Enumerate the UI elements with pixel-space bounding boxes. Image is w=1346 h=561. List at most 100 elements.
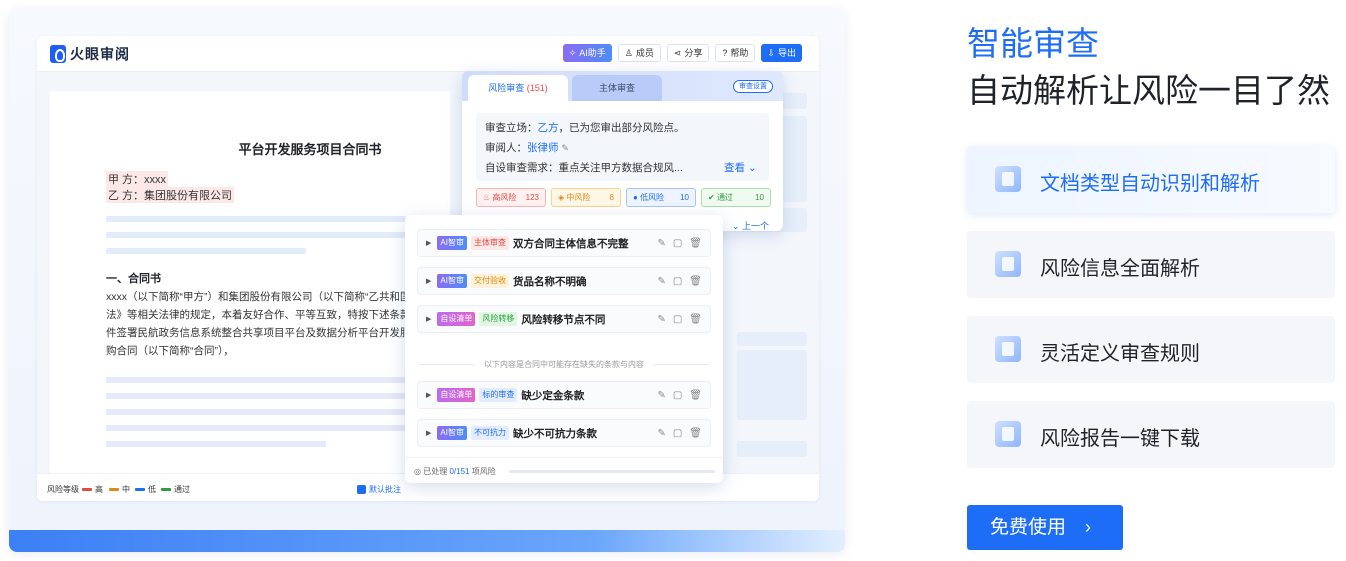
edit-icon[interactable]: ✎ bbox=[561, 143, 569, 153]
progress-icon: ◎ bbox=[414, 467, 421, 476]
copy-icon[interactable]: ▢ bbox=[673, 314, 682, 325]
placeholder-line bbox=[106, 425, 406, 431]
risk-title: 缺少定金条款 bbox=[521, 389, 585, 402]
feature-item[interactable]: 风险报告一键下载 bbox=[967, 401, 1335, 468]
feature-label: 风险信息全面解析 bbox=[1040, 258, 1200, 280]
chip-mid-count: 8 bbox=[609, 193, 614, 202]
row-actions: ✎ ▢ 🗑 bbox=[657, 276, 702, 287]
review-summary-panel: 风险审查 (151) 主体审查 审查设置 审查立场：乙方，已为您审出部分风险点。… bbox=[462, 71, 783, 231]
tab-risk-review[interactable]: 风险审查 (151) bbox=[468, 75, 568, 101]
chip-mid-risk[interactable]: ◈ 中风险 8 bbox=[551, 188, 621, 207]
feature-label: 文档类型自动识别和解析 bbox=[1040, 173, 1260, 195]
export-button[interactable]: ⇩ 导出 bbox=[761, 44, 802, 62]
delete-icon[interactable]: 🗑 bbox=[689, 390, 702, 401]
help-button[interactable]: ? 帮助 bbox=[715, 44, 756, 62]
chip-high-label: 高风险 bbox=[492, 193, 517, 202]
edit-icon[interactable]: ✎ bbox=[657, 390, 665, 401]
delete-icon[interactable]: 🗑 bbox=[689, 276, 702, 287]
help-label: 帮助 bbox=[730, 48, 749, 58]
delete-icon[interactable]: 🗑 bbox=[689, 314, 702, 325]
chevron-right-icon: › bbox=[1085, 517, 1091, 537]
section-heading: 一、合同书 bbox=[106, 273, 161, 285]
feature-item[interactable]: 灵活定义审查规则 bbox=[967, 316, 1335, 383]
list-item[interactable]: ▶ 自设清单 标的审查 缺少定金条款 ✎ ▢ 🗑 bbox=[417, 381, 711, 409]
download-icon bbox=[995, 421, 1021, 447]
review-tabs: 风险审查 (151) 主体审查 审查设置 bbox=[462, 71, 783, 101]
view-link[interactable]: 查看 ⌄ bbox=[724, 160, 757, 175]
reviewer-line: 审阅人：张律师 ✎ bbox=[485, 140, 569, 155]
app-logo: 火眼审阅 bbox=[50, 44, 130, 64]
feature-label: 风险报告一键下载 bbox=[1040, 428, 1200, 450]
caret-right-icon[interactable]: ▶ bbox=[426, 391, 431, 399]
ai-assistant-label: AI助手 bbox=[579, 48, 606, 58]
chip-high-risk[interactable]: ♨ 高风险 123 bbox=[476, 188, 546, 207]
toolbar: ✧ AI助手 ♙ 成员 ⋖ 分享 ? 帮助 ⇩ 导出 bbox=[562, 44, 802, 62]
edit-icon[interactable]: ✎ bbox=[657, 314, 665, 325]
prev-button[interactable]: ⌄ 上一个 bbox=[732, 219, 769, 231]
edit-icon[interactable]: ✎ bbox=[657, 428, 665, 439]
default-batch-toggle[interactable]: 默认批注 bbox=[357, 484, 401, 495]
party-a: 甲 方：xxxx bbox=[106, 171, 169, 187]
list-item[interactable]: ▶ AI智审 交付验收 货品名称不明确 ✎ ▢ 🗑 bbox=[417, 267, 711, 295]
row-actions: ✎ ▢ 🗑 bbox=[657, 428, 702, 439]
free-trial-button[interactable]: 免费使用 › bbox=[967, 505, 1123, 550]
ai-assistant-button[interactable]: ✧ AI助手 bbox=[562, 44, 612, 62]
review-settings-button[interactable]: 审查设置 bbox=[733, 80, 773, 93]
copy-icon[interactable]: ▢ bbox=[673, 238, 682, 249]
hero-subtitle: 自动解析让风险一目了然 bbox=[967, 72, 1330, 109]
checkbox-icon bbox=[357, 485, 366, 494]
default-batch-label: 默认批注 bbox=[369, 485, 401, 494]
row-actions: ✎ ▢ 🗑 bbox=[657, 390, 702, 401]
members-button[interactable]: ♙ 成员 bbox=[617, 44, 661, 62]
edit-icon[interactable]: ✎ bbox=[657, 276, 665, 287]
share-button[interactable]: ⋖ 分享 bbox=[666, 44, 710, 62]
tab-risk-count: (151) bbox=[526, 83, 548, 93]
stance-line: 审查立场：乙方，已为您审出部分风险点。 bbox=[485, 120, 685, 135]
chip-pass[interactable]: ✔ 通过 10 bbox=[701, 188, 771, 207]
category-tag: 不可抗力 bbox=[470, 426, 509, 440]
tab-subject-review[interactable]: 主体审查 bbox=[572, 75, 662, 101]
source-tag: 自设清单 bbox=[437, 312, 476, 326]
feature-item[interactable]: 风险信息全面解析 bbox=[967, 231, 1335, 298]
reviewer-name: 张律师 bbox=[527, 142, 559, 154]
chip-high-count: 123 bbox=[525, 193, 539, 202]
needs-text: 自设审查需求：重点关注甲方数据合规风... bbox=[485, 162, 683, 174]
list-item[interactable]: ▶ 自设清单 风险转移 风险转移节点不同 ✎ ▢ 🗑 bbox=[417, 305, 711, 333]
prev-label: 上一个 bbox=[741, 221, 769, 231]
check-icon: ✔ 通过 bbox=[708, 193, 733, 202]
chip-low-count: 10 bbox=[680, 193, 689, 202]
contract-paragraph: xxxx（以下简称“甲方”）和集团股份有限公司（以下简称“乙共和国合同法》等相关… bbox=[106, 291, 432, 357]
caret-right-icon[interactable]: ▶ bbox=[426, 277, 431, 285]
legend-low-label: 低 bbox=[148, 485, 156, 494]
copy-icon[interactable]: ▢ bbox=[673, 390, 682, 401]
user-icon: ♙ bbox=[624, 48, 633, 58]
list-item[interactable]: ▶ AI智审 不可抗力 缺少不可抗力条款 ✎ ▢ 🗑 bbox=[417, 419, 711, 447]
progress-prefix: 已处理 bbox=[423, 467, 448, 476]
list-item[interactable]: ▶ AI智审 主体审查 双方合同主体信息不完整 ✎ ▢ 🗑 bbox=[417, 229, 711, 257]
stance-party: 乙方 bbox=[537, 122, 559, 134]
caret-right-icon[interactable]: ▶ bbox=[426, 239, 431, 247]
rules-icon bbox=[995, 336, 1021, 362]
share-label: 分享 bbox=[684, 48, 703, 58]
caret-right-icon[interactable]: ▶ bbox=[426, 429, 431, 437]
members-label: 成员 bbox=[635, 48, 654, 58]
progress-track bbox=[509, 470, 715, 473]
category-tag: 风险转移 bbox=[479, 312, 518, 326]
feature-item[interactable]: 文档类型自动识别和解析 bbox=[967, 146, 1335, 213]
frame-accent-bar bbox=[9, 530, 845, 552]
stance-rest: ，已为您审出部分风险点。 bbox=[558, 122, 685, 134]
placeholder-line bbox=[106, 248, 306, 254]
drop-icon: ● 低风险 bbox=[633, 193, 665, 202]
caret-right-icon[interactable]: ▶ bbox=[426, 315, 431, 323]
review-info-box: 审查立场：乙方，已为您审出部分风险点。 审阅人：张律师 ✎ 自设审查需求：重点关… bbox=[476, 113, 769, 181]
chip-low-risk[interactable]: ● 低风险 10 bbox=[626, 188, 696, 207]
copy-icon[interactable]: ▢ bbox=[673, 276, 682, 287]
feature-label: 灵活定义审查规则 bbox=[1040, 343, 1200, 365]
row-actions: ✎ ▢ 🗑 bbox=[657, 314, 702, 325]
copy-icon[interactable]: ▢ bbox=[673, 428, 682, 439]
tab-subject-label: 主体审查 bbox=[598, 83, 635, 93]
legend-high-label: 高 bbox=[95, 485, 103, 494]
edit-icon[interactable]: ✎ bbox=[657, 238, 665, 249]
delete-icon[interactable]: 🗑 bbox=[689, 238, 702, 249]
delete-icon[interactable]: 🗑 bbox=[689, 428, 702, 439]
